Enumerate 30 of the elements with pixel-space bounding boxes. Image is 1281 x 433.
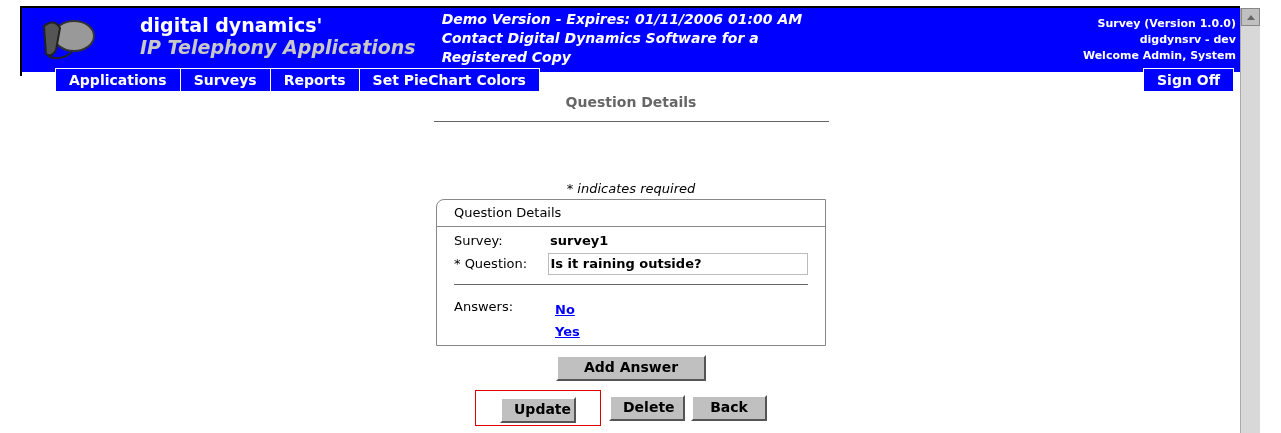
sign-off-button[interactable]: Sign Off (1143, 68, 1234, 92)
answer-link[interactable]: No (555, 300, 580, 319)
demo-notice: Registered Copy (441, 48, 572, 67)
app-info: Survey (Version 1.0.0) (1097, 16, 1236, 32)
survey-value: survey1 (550, 231, 609, 250)
action-button[interactable]: Back (691, 394, 767, 421)
demo-notice: Demo Version - Expires: 01/11/2006 01:00 AM (441, 10, 803, 29)
action-button[interactable]: Update (500, 396, 576, 423)
question-field[interactable]: Is it raining outside? (547, 252, 808, 275)
nav-tab[interactable]: Applications (55, 68, 181, 92)
field-label: Answers: (454, 297, 515, 316)
panel-title: Question Details (437, 200, 825, 227)
page-title: Question Details (565, 93, 697, 112)
nav-tab[interactable]: Reports (269, 68, 360, 92)
field-label: Survey: (454, 231, 504, 250)
action-button[interactable]: Delete (609, 394, 685, 421)
scrollbar[interactable] (1240, 8, 1260, 433)
required-note: * indicates required (566, 180, 696, 198)
field-label: * Question: (454, 254, 529, 273)
scroll-up-button[interactable] (1241, 8, 1260, 26)
add-answer-button[interactable]: Add Answer (556, 354, 706, 381)
product-name: IP Telephony Applications (140, 36, 416, 58)
nav-tab[interactable]: Set PieChart Colors (358, 68, 540, 92)
app-info: Welcome Admin, System (1082, 48, 1236, 64)
answer-link[interactable]: Yes (555, 322, 580, 341)
app-info: digdynsrv - dev (1139, 32, 1236, 48)
brand-name: digital dynamics' (140, 14, 324, 36)
nav-tab[interactable]: Surveys (179, 68, 271, 92)
demo-notice: Contact Digital Dynamics Software for a (441, 29, 760, 48)
up-arrow-icon (1246, 14, 1255, 20)
